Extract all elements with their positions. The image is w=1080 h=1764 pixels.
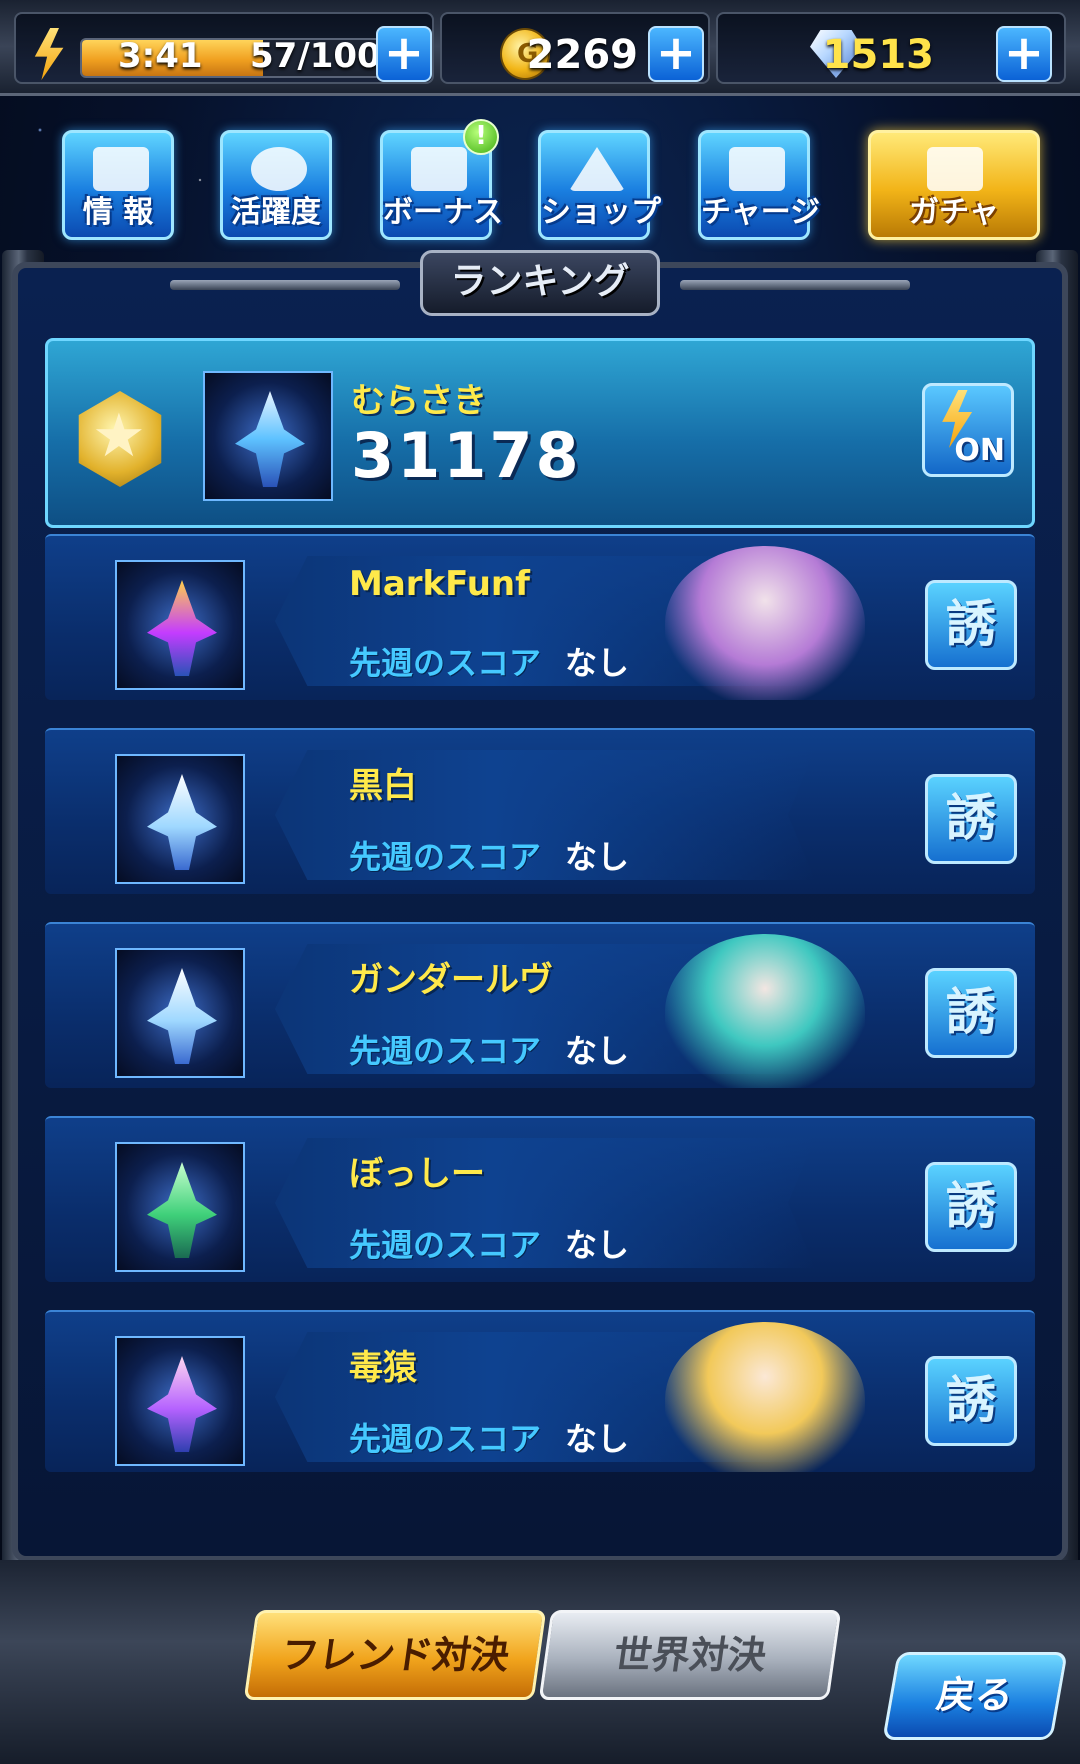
ship-thumbnail — [115, 560, 245, 690]
stamina-timer: 3:41 — [118, 36, 203, 76]
last-week-score-label: 先週のスコア — [349, 838, 542, 876]
last-week-score-label: 先週のスコア — [349, 1420, 542, 1458]
pilot-portrait — [665, 934, 865, 1088]
player-score: 31178 — [351, 419, 582, 492]
invite-button[interactable]: 誘 — [925, 1162, 1017, 1252]
menu-gacha-button[interactable]: ガチャ — [868, 130, 1040, 240]
world-battle-tab[interactable]: 世界対決 — [538, 1610, 842, 1700]
menu-charge-button[interactable]: チャージ — [698, 130, 820, 240]
friend-name: MarkFunf — [349, 564, 530, 604]
friend-row: 黒白 先週のスコア なし 誘 — [45, 728, 1035, 894]
ship-thumbnail — [203, 371, 333, 501]
last-week-score-label: 先週のスコア — [349, 1032, 542, 1070]
last-week-score-label: 先週のスコア — [349, 1226, 542, 1264]
last-week-score-value: なし — [565, 838, 630, 876]
rank-medal-icon — [78, 391, 162, 487]
gacha-icon — [927, 147, 983, 191]
friend-row: ぼっしー 先週のスコア なし 誘 — [45, 1116, 1035, 1282]
shop-icon — [569, 147, 625, 191]
invite-button[interactable]: 誘 — [925, 774, 1017, 864]
menu-bonus-button[interactable]: ボーナス ! — [380, 119, 503, 240]
boost-toggle-button[interactable]: ON — [922, 383, 1014, 477]
gem-count: 1513 — [822, 32, 934, 78]
status-bar: 3:41 57/100 + G 2269 + 1513 + — [0, 0, 1080, 96]
add-gems-button[interactable]: + — [996, 26, 1052, 82]
last-week-score-label: 先週のスコア — [349, 644, 542, 682]
fighter-ship-icon — [147, 1356, 217, 1452]
fighter-ship-icon — [147, 968, 217, 1064]
fighter-ship-icon — [235, 391, 305, 487]
friend-name: ガンダールヴ — [349, 960, 553, 1000]
coin-count: 2269 — [526, 32, 638, 78]
ship-thumbnail — [115, 948, 245, 1078]
ship-thumbnail — [115, 754, 245, 884]
friend-name: 黒白 — [349, 766, 417, 806]
friend-name: ぼっしー — [349, 1154, 485, 1194]
friend-row: ガンダールヴ 先週のスコア なし 誘 — [45, 922, 1035, 1088]
notification-badge: ! — [463, 119, 499, 155]
invite-button[interactable]: 誘 — [925, 1356, 1017, 1446]
bonus-icon — [411, 147, 467, 191]
stamina-count: 57/100 — [250, 36, 381, 76]
pilot-portrait — [665, 1322, 865, 1472]
ranking-title: ランキング — [420, 250, 660, 316]
add-coins-button[interactable]: + — [648, 26, 704, 82]
menu-shop-button[interactable]: ショップ — [538, 130, 661, 240]
last-week-score-value: なし — [565, 1032, 630, 1070]
fighter-ship-icon — [147, 1162, 217, 1258]
self-ranking-row: むらさき 31178 ON — [45, 338, 1035, 528]
info-icon — [93, 147, 149, 191]
last-week-score-value: なし — [565, 644, 630, 682]
friend-battle-tab[interactable]: フレンド対決 — [243, 1610, 547, 1700]
back-button[interactable]: 戻る — [882, 1652, 1068, 1740]
activity-icon — [251, 147, 307, 191]
ship-thumbnail — [115, 1336, 245, 1466]
menu-info-button[interactable]: 情 報 — [62, 130, 174, 240]
friend-name: 毒猿 — [349, 1348, 417, 1388]
friend-row: 毒猿 先週のスコア なし 誘 — [45, 1310, 1035, 1472]
last-week-score-value: なし — [565, 1226, 630, 1264]
fighter-ship-icon — [147, 774, 217, 870]
ranking-header: ランキング — [170, 250, 910, 320]
invite-button[interactable]: 誘 — [925, 580, 1017, 670]
charge-icon — [729, 147, 785, 191]
pilot-portrait — [665, 546, 865, 700]
fighter-ship-icon — [147, 580, 217, 676]
friend-row: MarkFunf 先週のスコア なし 誘 — [45, 534, 1035, 700]
invite-button[interactable]: 誘 — [925, 968, 1017, 1058]
player-name: むらさき — [351, 381, 487, 421]
add-stamina-button[interactable]: + — [376, 26, 432, 82]
ship-thumbnail — [115, 1142, 245, 1272]
last-week-score-value: なし — [565, 1420, 630, 1458]
menu-activity-button[interactable]: 活躍度 — [220, 130, 332, 240]
